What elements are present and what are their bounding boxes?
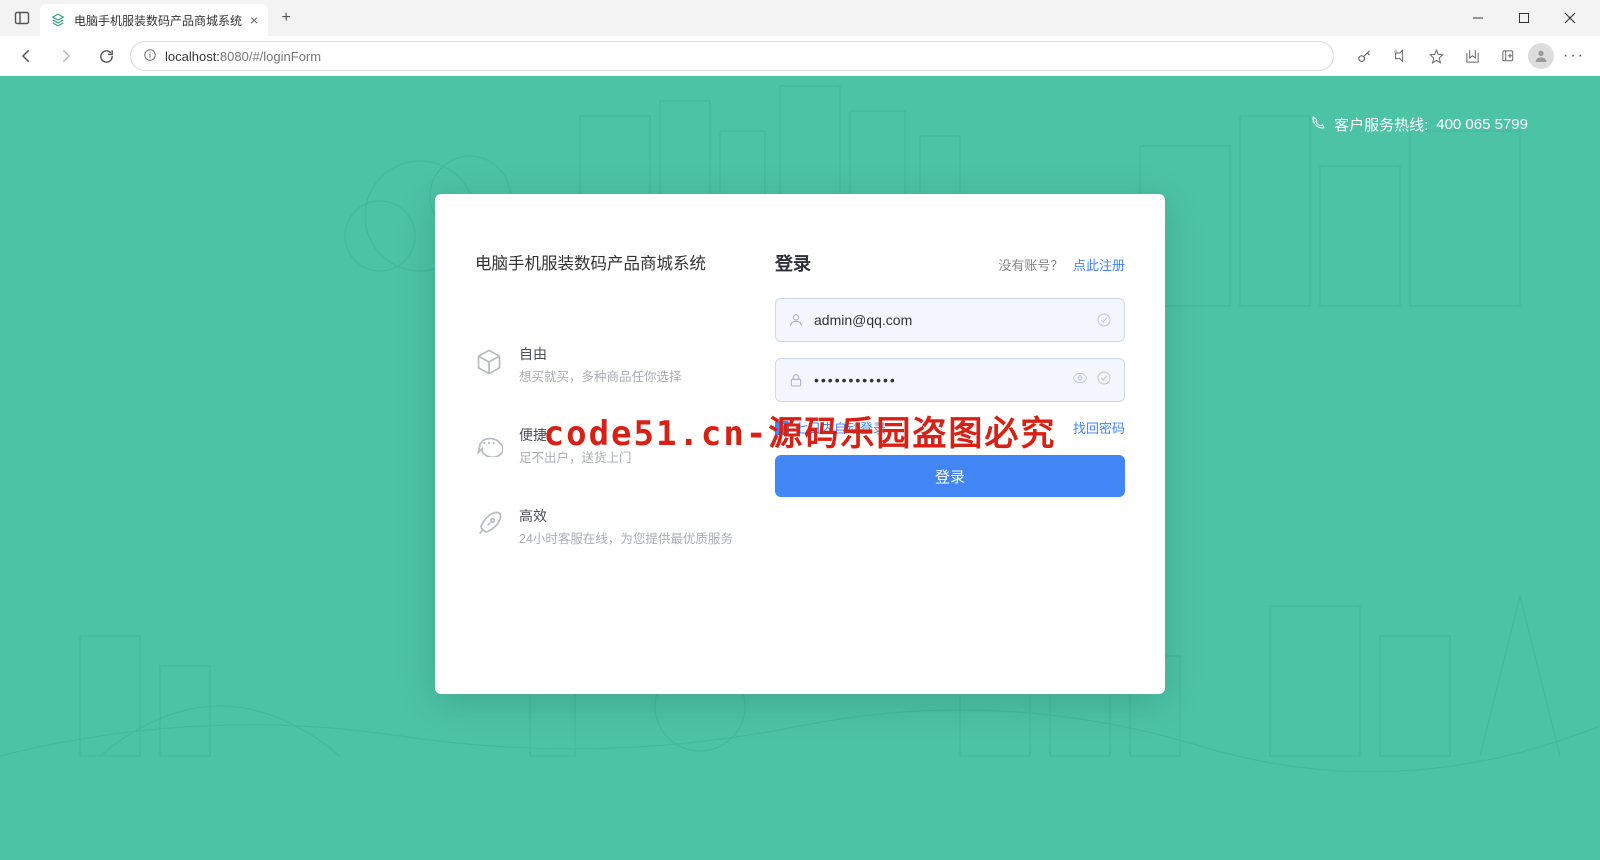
lock-icon [788, 372, 804, 388]
cube-icon [475, 348, 503, 376]
card-right-panel: 登录 没有账号？ 点此注册 [775, 250, 1125, 654]
check-circle-icon [1096, 312, 1112, 328]
feature-item: 自由 想买就买，多种商品任你选择 [475, 344, 755, 387]
card-left-panel: 电脑手机服装数码产品商城系统 自由 想买就买，多种商品任你选择 便捷 足不出户，… [475, 250, 775, 654]
url-field[interactable]: localhost:8080/#/loginForm [130, 41, 1334, 71]
feature-desc: 24小时客服在线，为您提供最优质服务 [519, 530, 733, 549]
check-circle-icon [1096, 370, 1112, 391]
login-header: 登录 没有账号？ 点此注册 [775, 250, 1125, 276]
minimize-button[interactable] [1456, 2, 1500, 34]
page-content: 客户服务热线: 400 065 5799 电脑手机服装数码产品商城系统 自由 想… [0, 76, 1600, 860]
checkbox-icon: ✓ [775, 421, 789, 435]
rocket-icon [475, 510, 503, 538]
address-bar: localhost:8080/#/loginForm A ··· [0, 36, 1600, 76]
remember-checkbox[interactable]: ✓ 七日内自动登录 [775, 418, 886, 437]
password-input[interactable] [814, 372, 1062, 388]
favorites-star-icon[interactable] [1420, 40, 1452, 72]
system-title: 电脑手机服装数码产品商城系统 [475, 250, 755, 274]
refresh-button[interactable] [90, 40, 122, 72]
hotline-number: 400 065 5799 [1436, 116, 1528, 133]
url-text: localhost:8080/#/loginForm [165, 49, 321, 64]
feature-title: 便捷 [519, 425, 632, 445]
tab-panel-button[interactable] [8, 4, 36, 32]
eye-icon[interactable] [1072, 370, 1088, 391]
profile-avatar[interactable] [1528, 43, 1554, 69]
new-tab-button[interactable]: + [272, 4, 300, 32]
login-card: 电脑手机服装数码产品商城系统 自由 想买就买，多种商品任你选择 便捷 足不出户，… [435, 194, 1165, 694]
more-menu-button[interactable]: ··· [1558, 40, 1590, 72]
browser-tab-active[interactable]: 电脑手机服装数码产品商城系统 × [40, 4, 268, 36]
username-input[interactable] [814, 312, 1086, 328]
collections-icon[interactable] [1492, 40, 1524, 72]
feature-item: 便捷 足不出户，送货上门 [475, 425, 755, 468]
login-title: 登录 [775, 250, 811, 276]
tab-bar: 电脑手机服装数码产品商城系统 × + [0, 0, 1600, 36]
login-options-row: ✓ 七日内自动登录 找回密码 [775, 418, 1125, 437]
username-field-wrap[interactable] [775, 298, 1125, 342]
feature-title: 自由 [519, 344, 682, 364]
register-link[interactable]: 点此注册 [1073, 258, 1125, 273]
tab-title: 电脑手机服装数码产品商城系统 [74, 12, 242, 29]
back-button[interactable] [10, 40, 42, 72]
hotline-banner: 客户服务热线: 400 065 5799 [1310, 114, 1528, 135]
hotline-label: 客户服务热线: [1334, 114, 1428, 135]
feature-desc: 足不出户，送货上门 [519, 449, 632, 468]
password-key-icon[interactable] [1348, 40, 1380, 72]
chat-icon [475, 429, 503, 457]
window-controls [1456, 2, 1592, 34]
favorites-bar-icon[interactable] [1456, 40, 1488, 72]
read-aloud-icon[interactable]: A [1384, 40, 1416, 72]
feature-desc: 想买就买，多种商品任你选择 [519, 368, 682, 387]
maximize-button[interactable] [1502, 2, 1546, 34]
password-field-wrap[interactable] [775, 358, 1125, 402]
remember-label: 七日内自动登录 [795, 418, 886, 437]
signup-prompt: 没有账号？ 点此注册 [998, 255, 1125, 274]
feature-item: 高效 24小时客服在线，为您提供最优质服务 [475, 506, 755, 549]
tab-close-icon[interactable]: × [250, 12, 258, 28]
login-submit-button[interactable]: 登录 [775, 455, 1125, 497]
feature-title: 高效 [519, 506, 733, 526]
close-window-button[interactable] [1548, 2, 1592, 34]
phone-icon [1310, 115, 1326, 135]
forgot-password-link[interactable]: 找回密码 [1073, 418, 1125, 437]
forward-button[interactable] [50, 40, 82, 72]
site-info-icon[interactable] [143, 48, 157, 65]
browser-chrome: 电脑手机服装数码产品商城系统 × + localhost:8080/#/logi… [0, 0, 1600, 77]
user-icon [788, 312, 804, 328]
favicon-icon [50, 12, 66, 28]
